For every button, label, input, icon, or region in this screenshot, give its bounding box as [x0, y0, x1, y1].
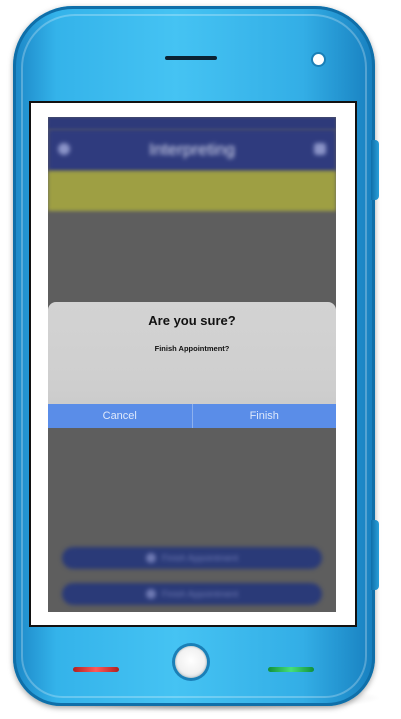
- confirm-dialog: Are you sure? Finish Appointment? Cancel…: [48, 302, 336, 428]
- app-screen: Interpreting Finish Appointment Finish A…: [48, 117, 336, 612]
- home-button[interactable]: [175, 646, 207, 678]
- nav-title: Interpreting: [149, 140, 235, 159]
- background-button: Finish Appointment: [62, 583, 322, 605]
- background-button-label: Finish Appointment: [161, 553, 239, 563]
- volume-button: [371, 140, 379, 200]
- check-icon: [145, 589, 156, 599]
- call-icon: [268, 667, 314, 672]
- earpiece-speaker: [165, 56, 217, 60]
- check-icon: [145, 553, 156, 563]
- cancel-button[interactable]: Cancel: [48, 404, 192, 428]
- finish-button[interactable]: Finish: [193, 404, 337, 428]
- side-button: [371, 520, 379, 590]
- dialog-title: Are you sure?: [148, 313, 236, 328]
- background-button-label: Finish Appointment: [161, 589, 239, 599]
- front-camera-icon: [313, 54, 324, 65]
- nav-bar: Interpreting: [48, 129, 336, 171]
- end-call-icon: [73, 667, 119, 672]
- dialog-message: Finish Appointment?: [154, 344, 230, 353]
- info-banner: [48, 171, 336, 211]
- status-bar: [48, 117, 336, 129]
- menu-icon[interactable]: [58, 143, 70, 155]
- background-button: Finish Appointment: [62, 547, 322, 569]
- dialog-actions: Cancel Finish: [48, 404, 336, 428]
- settings-icon[interactable]: [314, 143, 326, 155]
